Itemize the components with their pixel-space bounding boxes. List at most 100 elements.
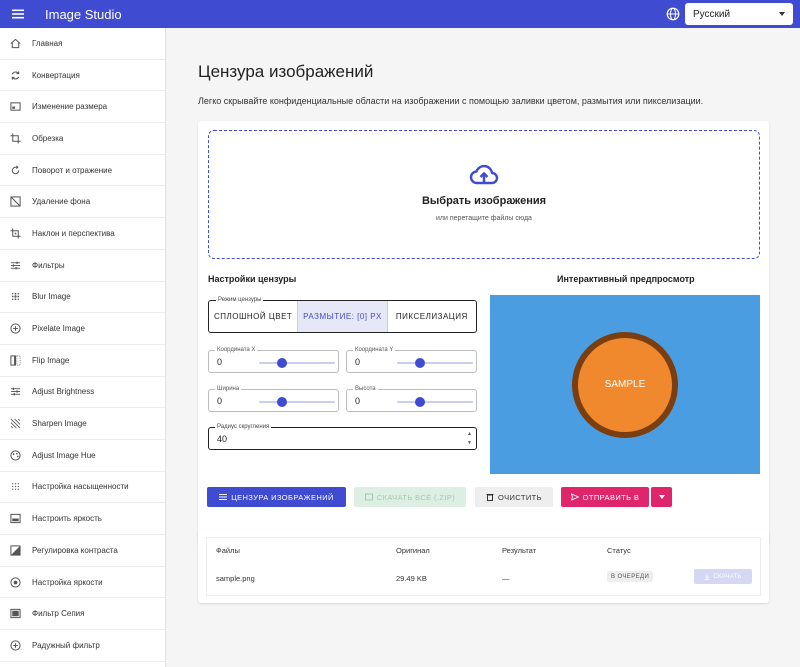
- width-slider-track[interactable]: [259, 401, 335, 403]
- send-to-menu-button[interactable]: [651, 487, 672, 507]
- sidebar-item[interactable]: Поворот и отражение: [0, 155, 165, 187]
- height-field: Высота 0: [346, 385, 477, 412]
- sidebar: Главная Конвертация Изменение размера Обрез…: [0, 28, 166, 667]
- exposure-icon: [8, 575, 22, 589]
- blur-icon: [8, 290, 22, 304]
- file-original-size: 29.49 KB: [396, 574, 427, 583]
- y-slider-track[interactable]: [397, 362, 473, 364]
- palette-icon: [8, 448, 22, 462]
- send-to-button[interactable]: ОТПРАВИТЬ В: [561, 487, 649, 507]
- caret-down-icon: [658, 495, 665, 499]
- radius-label: Радиус скругления: [215, 423, 272, 431]
- download-file-button[interactable]: СКАЧАТЬ: [694, 569, 752, 584]
- sidebar-item[interactable]: Настройка насыщенности: [0, 472, 165, 504]
- sidebar-item[interactable]: Flip Image: [0, 345, 165, 377]
- globe-icon[interactable]: [666, 7, 680, 21]
- preview-canvas[interactable]: SAMPLE: [490, 295, 760, 474]
- sidebar-item-label: Конвертация: [32, 70, 80, 80]
- sidebar-item[interactable]: Фильтр Сепия: [0, 598, 165, 631]
- sidebar-item[interactable]: Adjust Brightness: [0, 377, 165, 409]
- sidebar-item-label: Наклон и перспектива: [32, 228, 115, 238]
- language-select[interactable]: Русский: [685, 3, 793, 25]
- x-coordinate-field: Координата X 0: [208, 346, 339, 373]
- mode-pixelate-label: ПИКСЕЛИЗАЦИЯ: [395, 312, 468, 321]
- app-title: Image Studio: [45, 6, 122, 22]
- sidebar-item-label: Регулировка контраста: [32, 545, 118, 555]
- mode-pixelate-button[interactable]: ПИКСЕЛИЗАЦИЯ: [388, 301, 476, 332]
- spinner-icon[interactable]: ▲ ▼: [467, 431, 473, 446]
- sidebar-item-label: Pixelate Image: [32, 324, 85, 334]
- sidebar-item[interactable]: Blur Image: [0, 282, 165, 314]
- cloud-upload-icon: [469, 164, 499, 185]
- sidebar-item-label: Flip Image: [32, 355, 70, 365]
- download-file-label: СКАЧАТЬ: [713, 573, 742, 580]
- censor-card: Выбрать изображения или перетащите файлы…: [198, 121, 769, 544]
- mode-blur-label: РАЗМЫТИЕ: [0] PX: [303, 312, 382, 321]
- height-value[interactable]: 0: [355, 396, 360, 406]
- mode-blur-button[interactable]: РАЗМЫТИЕ: [0] PX: [297, 301, 388, 332]
- sidebar-item[interactable]: Adjust Image Hue: [0, 440, 165, 472]
- sidebar-item-label: Радужный фильтр: [32, 640, 100, 650]
- main-content: Цензура изображений Легко скрывайте конф…: [166, 28, 800, 667]
- x-value[interactable]: 0: [217, 357, 222, 367]
- status-badge: В ОЧЕРЕДИ: [607, 571, 654, 582]
- sidebar-item[interactable]: Обрезка: [0, 123, 165, 155]
- crop-icon: [8, 131, 22, 145]
- width-field: Ширина 0: [208, 385, 339, 412]
- sidebar-item-label: Удаление фона: [32, 197, 91, 207]
- header-status: Статус: [607, 546, 631, 555]
- censor-button[interactable]: ЦЕНЗУРА ИЗОБРАЖЕНИЙ: [207, 487, 346, 507]
- height-slider-track[interactable]: [397, 401, 473, 403]
- sidebar-item[interactable]: Изменение размера: [0, 91, 165, 124]
- sidebar-item[interactable]: Настройка яркости: [0, 567, 165, 599]
- send-to-label: ОТПРАВИТЬ В: [582, 492, 640, 502]
- height-label: Высота: [353, 385, 378, 393]
- sidebar-item[interactable]: Sharpen Image: [0, 408, 165, 440]
- mode-legend: Режим цензуры: [216, 296, 264, 304]
- sidebar-item-label: Blur Image: [32, 292, 71, 302]
- list-icon: [219, 494, 228, 500]
- sidebar-item[interactable]: Настроить яркость: [0, 503, 165, 535]
- files-card: Файлы Оригинал Результат Статус sample.p…: [198, 530, 769, 603]
- sidebar-item-label: Фильтры: [32, 260, 65, 270]
- mode-solid-button[interactable]: СПЛОШНОЙ ЦВЕТ: [209, 301, 297, 332]
- radius-value[interactable]: 40: [217, 434, 227, 444]
- sidebar-item[interactable]: Удаление фона: [0, 186, 165, 219]
- sidebar-item[interactable]: Радужный фильтр: [0, 630, 165, 662]
- header-files: Файлы: [216, 546, 240, 555]
- header-result: Результат: [502, 546, 537, 555]
- width-slider-thumb[interactable]: [276, 397, 287, 407]
- y-slider-thumb[interactable]: [414, 358, 425, 368]
- sample-circle: SAMPLE: [572, 331, 678, 438]
- flip-icon: [8, 353, 22, 367]
- clear-button[interactable]: ОЧИСТИТЬ: [475, 487, 553, 507]
- sidebar-item[interactable]: Pixelate Image: [0, 313, 165, 345]
- dropzone-subtitle: или перетащите файлы сюда: [436, 215, 532, 222]
- chevron-down-icon: [779, 12, 785, 16]
- width-label: Ширина: [215, 385, 242, 393]
- sidebar-item[interactable]: Наклон и перспектива: [0, 218, 165, 250]
- width-value[interactable]: 0: [217, 396, 222, 406]
- height-slider-thumb[interactable]: [414, 397, 425, 407]
- menu-button[interactable]: [0, 0, 36, 28]
- y-value[interactable]: 0: [355, 357, 360, 367]
- x-slider-track[interactable]: [259, 362, 335, 364]
- sidebar-item[interactable]: Конвертация: [0, 60, 165, 92]
- file-result: —: [502, 574, 510, 583]
- sidebar-item-label: Фильтр Сепия: [32, 609, 85, 619]
- sidebar-item[interactable]: Главная: [0, 28, 165, 60]
- sidebar-item[interactable]: Регулировка контраста: [0, 535, 165, 567]
- x-slider-thumb[interactable]: [276, 358, 287, 368]
- settings-title: Настройки цензуры: [208, 274, 297, 284]
- sidebar-item[interactable]: Фильтры: [0, 250, 165, 282]
- home-icon: [8, 36, 22, 50]
- upload-dropzone[interactable]: Выбрать изображения или перетащите файлы…: [208, 130, 760, 259]
- radius-input[interactable]: Радиус скругления 40 ▲ ▼: [208, 423, 477, 450]
- y-coordinate-field: Координата Y 0: [346, 346, 477, 373]
- tune-icon: [8, 258, 22, 272]
- y-label: Координата Y: [353, 346, 396, 354]
- sidebar-item-label: Sharpen Image: [32, 419, 87, 429]
- trash-icon: [486, 494, 494, 501]
- perspective-icon: [8, 226, 22, 240]
- download-all-button[interactable]: СКАЧАТЬ ВСЁ (.ZIP): [354, 487, 466, 507]
